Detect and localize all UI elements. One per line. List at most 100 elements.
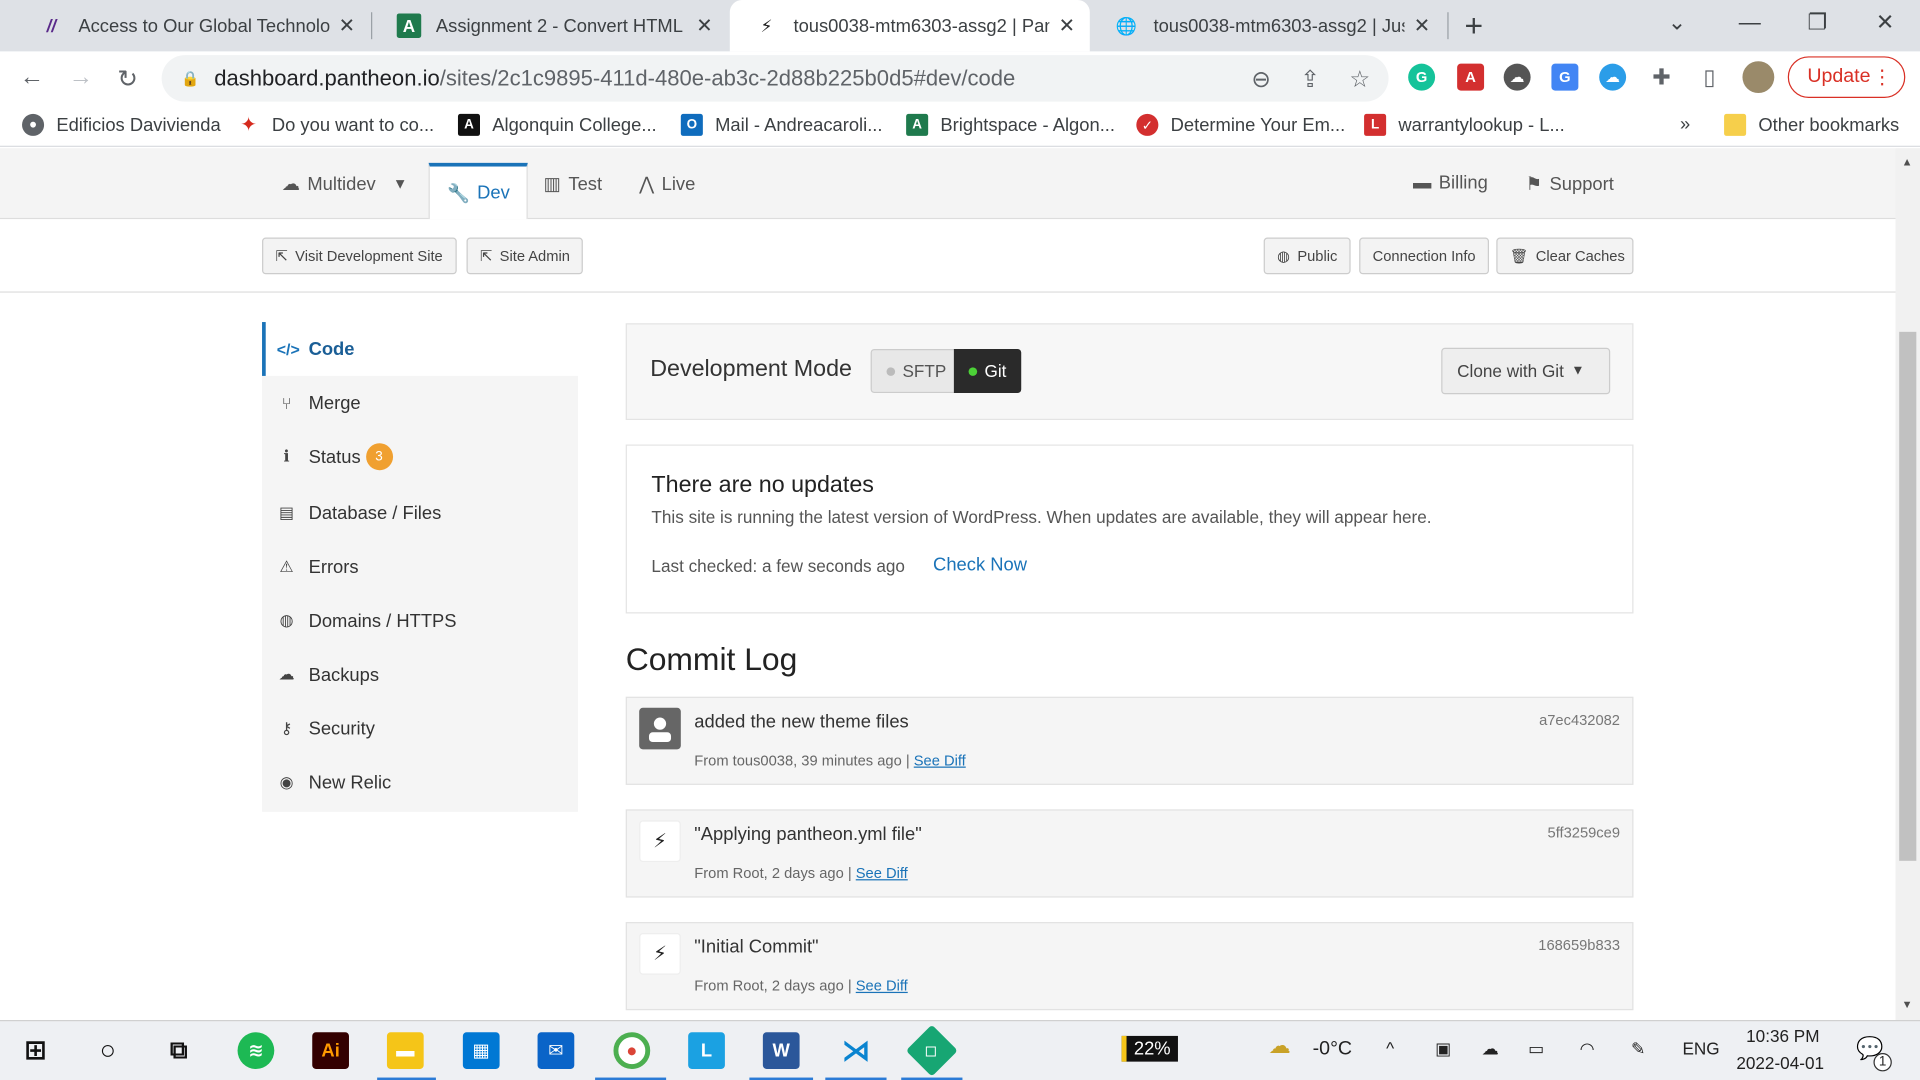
bookmark-item[interactable]: ● Edificios Davivienda [22, 113, 221, 136]
tab-search-icon[interactable]: ⌄ [1668, 10, 1686, 36]
browser-tab[interactable]: A Assignment 2 - Convert HTML M ✕ [372, 0, 727, 51]
window-close-icon[interactable]: ✕ [1876, 10, 1894, 36]
mail-icon[interactable]: ✉ [537, 1032, 575, 1069]
chevron-down-icon: ▼ [392, 175, 408, 193]
onedrive-icon[interactable]: ☁ [1482, 1038, 1499, 1059]
bookmark-item[interactable]: A Brightspace - Algon... [906, 113, 1115, 136]
other-bookmarks[interactable]: Other bookmarks [1724, 113, 1899, 136]
acrobat-icon[interactable]: A [1457, 63, 1485, 91]
windows-start-icon[interactable]: ⊞ [17, 1032, 54, 1069]
close-icon[interactable]: ✕ [1059, 13, 1075, 37]
clear-caches-button[interactable]: 🗑 Clear Caches [1496, 237, 1634, 275]
cloud-icon[interactable]: ☁ [1503, 63, 1531, 91]
bookmarks-overflow-button[interactable]: » [1680, 114, 1690, 135]
sidebar-item-database-files[interactable]: ▤ Database / Files [262, 486, 578, 540]
connection-info-button[interactable]: Connection Info [1359, 237, 1490, 275]
page-scrollbar[interactable]: ▲ ▼ [1895, 148, 1920, 1021]
onedrive-icon[interactable]: ☁ [1599, 63, 1627, 91]
back-icon[interactable]: ← [20, 64, 44, 92]
sidebar-item-new-relic[interactable]: ◉ New Relic [262, 756, 578, 810]
visit-development-site-button[interactable]: ⇱ Visit Development Site [262, 237, 457, 275]
see-diff-link[interactable]: See Diff [914, 752, 966, 769]
update-button[interactable]: Update ⋮ [1787, 56, 1906, 98]
meet-icon[interactable]: ▣ [1435, 1038, 1451, 1059]
word-icon[interactable]: W [762, 1032, 800, 1069]
menu-dots-icon[interactable]: ⋮ [1872, 65, 1892, 89]
sidebar-item-code[interactable]: </> Code [262, 322, 578, 376]
bookmark-item[interactable]: ✦ Do you want to co... [238, 114, 434, 135]
vscode-icon[interactable]: ⋊ [838, 1032, 875, 1069]
git-toggle[interactable]: Git [953, 348, 1022, 394]
site-admin-button[interactable]: ⇱ Site Admin [466, 237, 584, 275]
close-icon[interactable]: ✕ [339, 13, 355, 37]
reload-icon[interactable]: ↻ [118, 64, 139, 95]
language-indicator[interactable]: ENG [1682, 1038, 1719, 1058]
profile-avatar[interactable] [1742, 61, 1775, 94]
see-diff-link[interactable]: See Diff [856, 864, 908, 881]
zoom-icon[interactable]: ⊖ [1251, 66, 1270, 94]
file-explorer-icon[interactable]: ▬ [386, 1032, 424, 1069]
grammarly-icon[interactable]: G [1408, 63, 1436, 91]
sidebar-item-backups[interactable]: ☁ Backups [262, 648, 578, 702]
clock-time[interactable]: 10:36 PM [1746, 1026, 1819, 1046]
sidebar-item-merge[interactable]: ⑂ Merge [262, 376, 578, 430]
minimize-icon[interactable]: — [1739, 10, 1761, 36]
support-link[interactable]: ⚑ Support [1526, 173, 1614, 194]
commit-hash: a7ec432082 [1539, 711, 1621, 729]
billing-link[interactable]: ▬ Billing [1413, 173, 1488, 194]
sftp-toggle[interactable]: SFTP [870, 348, 963, 394]
sidebar-item-errors[interactable]: ⚠ Errors [262, 540, 578, 594]
scrollbar-thumb[interactable] [1899, 331, 1917, 861]
tab-dev[interactable]: 🔧 Dev [428, 162, 529, 220]
lock-icon[interactable]: 🔒 [181, 70, 199, 87]
search-icon[interactable]: ○ [89, 1032, 126, 1069]
scroll-down-icon[interactable]: ▼ [1902, 998, 1913, 1010]
weather-icon[interactable]: ☁ [1269, 1033, 1291, 1059]
wifi-icon[interactable]: ◠ [1580, 1038, 1595, 1059]
illustrator-icon[interactable]: Ai [312, 1032, 349, 1069]
browser-tab[interactable]: // Access to Our Global Technology ✕ [15, 0, 370, 51]
forward-icon[interactable]: → [69, 64, 93, 92]
share-icon[interactable]: ⇪ [1300, 66, 1319, 94]
close-icon[interactable]: ✕ [696, 13, 712, 37]
bookmark-item[interactable]: O Mail - Andreacaroli... [680, 113, 883, 136]
public-button[interactable]: ◍ Public [1263, 237, 1351, 275]
spotify-icon[interactable]: ≋ [237, 1032, 275, 1069]
new-tab-button[interactable]: + [1464, 7, 1483, 45]
translate-icon[interactable]: G [1551, 63, 1579, 91]
check-now-link[interactable]: Check Now [933, 555, 1027, 576]
bookmark-item[interactable]: A Algonquin College... [457, 113, 657, 136]
browser-tab-active[interactable]: ⚡ tous0038-mtm6303-assg2 | Pant ✕ [729, 0, 1090, 52]
bookmark-item[interactable]: ✓ Determine Your Em... [1136, 113, 1345, 136]
battery-icon[interactable]: ▭ [1528, 1038, 1544, 1059]
sidebar-item-security[interactable]: ⚷ Security [262, 702, 578, 756]
battery-meter[interactable]: 22% [1121, 1035, 1178, 1062]
bookmark-star-icon[interactable]: ☆ [1349, 66, 1370, 94]
task-view-icon[interactable]: ⧉ [160, 1032, 197, 1069]
close-icon[interactable]: ✕ [1414, 13, 1430, 37]
outlook-icon: O [680, 113, 703, 136]
multidev-dropdown[interactable]: ☁ Multidev ▼ [282, 173, 408, 194]
restore-icon[interactable]: ❐ [1807, 10, 1827, 36]
see-diff-link[interactable]: See Diff [856, 977, 908, 994]
side-panel-icon[interactable]: ▯ [1696, 64, 1723, 91]
microsoft-store-icon[interactable]: ▦ [462, 1032, 500, 1069]
chevron-up-icon[interactable]: ^ [1386, 1038, 1394, 1058]
tab-test[interactable]: ▥ Test [544, 173, 602, 194]
scroll-up-icon[interactable]: ▲ [1902, 156, 1913, 168]
tab-title: tous0038-mtm6303-assg2 | Just [1153, 15, 1404, 37]
extensions-puzzle-icon[interactable]: ✚ [1648, 64, 1675, 91]
pen-icon[interactable]: ✎ [1631, 1038, 1645, 1059]
gitkraken-icon[interactable]: ◇ [905, 1024, 958, 1077]
clone-with-git-button[interactable]: Clone with Git ▼ [1441, 347, 1611, 395]
chrome-icon[interactable]: ● [613, 1032, 651, 1069]
browser-tab[interactable]: 🌐 tous0038-mtm6303-assg2 | Just ✕ [1090, 0, 1445, 51]
address-bar[interactable]: 🔒 dashboard.pantheon.io/sites/2c1c9895-4… [161, 55, 1389, 102]
l-app-icon[interactable]: L [688, 1032, 725, 1069]
weather-temp[interactable]: -0°C [1313, 1038, 1352, 1060]
tab-live[interactable]: ⋀ Live [639, 173, 695, 194]
sidebar-item-domains[interactable]: ◍ Domains / HTTPS [262, 594, 578, 648]
clock-date[interactable]: 2022-04-01 [1736, 1053, 1824, 1073]
sidebar-item-status[interactable]: ℹ Status 3 [262, 430, 578, 484]
bookmark-item[interactable]: Lwarrantylookup - L... [1364, 113, 1565, 136]
